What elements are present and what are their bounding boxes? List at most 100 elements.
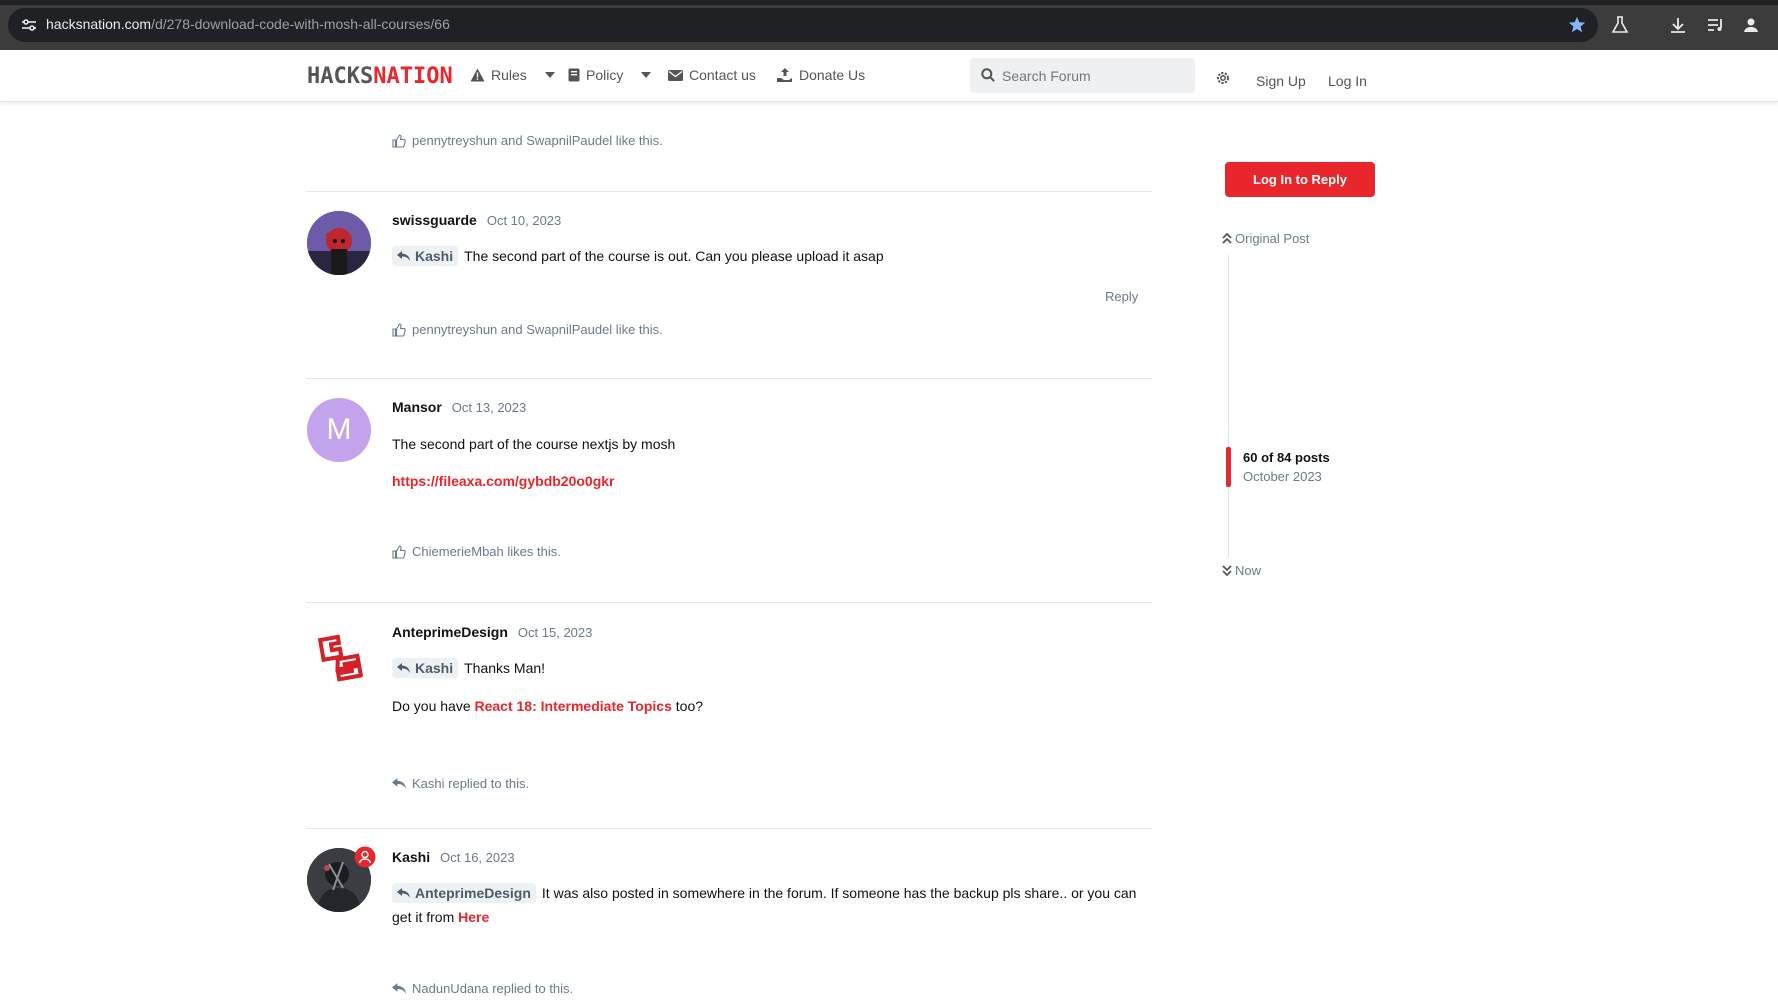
thumbs-up-icon <box>392 133 406 148</box>
avatar[interactable] <box>307 623 371 687</box>
envelope-icon <box>668 69 683 81</box>
double-chevron-up-icon <box>1222 233 1232 244</box>
user-badge-icon[interactable] <box>354 846 376 868</box>
post-likes[interactable]: ChiemerieMbah likes this. <box>392 544 561 559</box>
post-item: Kashi Oct 16, 2023 AnteprimeDesign It was… <box>306 846 1152 1005</box>
scrubber-now[interactable]: Now <box>1222 563 1261 578</box>
username[interactable]: Kashi <box>392 849 430 865</box>
bookmark-star-icon[interactable] <box>1568 16 1586 34</box>
search-box[interactable] <box>970 58 1195 93</box>
nav-policy[interactable]: Policy <box>568 67 652 83</box>
post-divider <box>306 828 1152 829</box>
nav-donate-label: Donate Us <box>799 67 866 83</box>
avatar[interactable] <box>307 211 371 275</box>
caret-down-icon <box>544 72 555 78</box>
thumbs-up-icon <box>392 544 406 559</box>
post-date[interactable]: Oct 16, 2023 <box>440 850 514 865</box>
mention-badge[interactable]: AnteprimeDesign <box>392 883 536 903</box>
url-host: hacksnation.com <box>46 16 152 32</box>
post-header: swissguarde Oct 10, 2023 <box>392 212 561 228</box>
nav-rules[interactable]: Rules <box>470 67 555 83</box>
replied-text: Kashi replied to this. <box>412 776 530 791</box>
post-divider <box>306 191 1152 192</box>
browser-tabstrip <box>0 0 1778 5</box>
mention-name: Kashi <box>415 660 454 676</box>
post-likes[interactable]: pennytreyshun and SwapnilPaudel like thi… <box>392 133 663 148</box>
post-item: AnteprimeDesign Oct 15, 2023 Kashi Thanks… <box>306 623 1152 823</box>
avatar-image <box>307 211 371 275</box>
search-icon <box>981 68 995 82</box>
username[interactable]: Mansor <box>392 399 442 415</box>
site-settings-icon[interactable] <box>20 16 38 34</box>
logo-nation: NATION <box>373 64 453 89</box>
reply-arrow-icon <box>392 778 406 789</box>
caret-down-icon <box>641 72 652 78</box>
here-link[interactable]: Here <box>458 909 489 925</box>
username[interactable]: AnteprimeDesign <box>392 624 508 640</box>
reply-arrow-icon <box>392 983 406 994</box>
scrubber-original-post[interactable]: Original Post <box>1222 231 1309 246</box>
mention-badge[interactable]: Kashi <box>392 246 459 266</box>
labs-flask-icon[interactable] <box>1610 15 1630 35</box>
post-divider <box>306 602 1152 603</box>
reply-arrow-icon <box>397 663 410 673</box>
post-text: The second part of the course is out. Ca… <box>464 248 884 264</box>
nav-contact-label: Contact us <box>689 67 756 83</box>
book-icon <box>568 68 580 82</box>
post-replied[interactable]: Kashi replied to this. <box>392 776 529 791</box>
logo-hacks: HACKS <box>307 64 374 89</box>
username[interactable]: swissguarde <box>392 212 477 228</box>
nav-policy-label: Policy <box>586 67 624 83</box>
mention-badge[interactable]: Kashi <box>392 658 459 678</box>
profile-icon[interactable] <box>1741 15 1761 35</box>
address-bar[interactable]: hacksnation.com/d/278-download-code-with… <box>8 8 1598 42</box>
post-date[interactable]: Oct 13, 2023 <box>452 400 526 415</box>
avatar-letter: M <box>326 413 352 446</box>
post-likes[interactable]: pennytreyshun and SwapnilPaudel like thi… <box>392 322 663 337</box>
nav-rules-label: Rules <box>491 67 527 83</box>
avatar[interactable]: M <box>307 398 371 462</box>
replied-text: NadunUdana replied to this. <box>412 981 574 996</box>
post-text: Thanks Man! <box>464 660 546 676</box>
log-in-link[interactable]: Log In <box>1328 73 1367 89</box>
post-body: Kashi The second part of the course is ou… <box>392 244 1152 268</box>
post-body: The second part of the course nextjs by … <box>392 432 1152 493</box>
gear-icon[interactable] <box>1216 71 1230 85</box>
browser-toolbar: hacksnation.com/d/278-download-code-with… <box>0 0 1778 50</box>
media-queue-icon[interactable] <box>1706 15 1726 35</box>
thumbs-up-icon <box>392 322 406 337</box>
post-date[interactable]: Oct 10, 2023 <box>487 213 561 228</box>
post-body: Kashi Thanks Man! Do you have React 18: I… <box>392 656 1152 718</box>
post-replied[interactable]: NadunUdana replied to this. <box>392 981 573 996</box>
log-in-to-reply-button[interactable]: Log In to Reply <box>1225 162 1375 197</box>
reply-button[interactable]: Reply <box>1105 289 1138 304</box>
post-header: Mansor Oct 13, 2023 <box>392 399 526 415</box>
nav-contact[interactable]: Contact us <box>668 67 756 83</box>
post-date[interactable]: Oct 15, 2023 <box>518 625 592 640</box>
warning-icon <box>470 68 485 82</box>
post-header: Kashi Oct 16, 2023 <box>392 849 515 865</box>
mention-name: AnteprimeDesign <box>415 885 531 901</box>
scrubber-track[interactable] <box>1228 255 1229 557</box>
post-body: AnteprimeDesign It was also posted in som… <box>392 881 1152 929</box>
likes-text: pennytreyshun and SwapnilPaudel like thi… <box>412 322 663 337</box>
react-course-link[interactable]: React 18: Intermediate Topics <box>475 698 672 714</box>
avatar-image <box>307 623 371 687</box>
forum-header: HACKSNATION Rules Policy Contact us Dona… <box>0 50 1778 102</box>
url-text[interactable]: hacksnation.com/d/278-download-code-with… <box>46 16 450 32</box>
now-label: Now <box>1235 563 1262 578</box>
donate-hand-icon <box>777 67 792 82</box>
original-post-label: Original Post <box>1235 231 1310 246</box>
search-input[interactable] <box>1002 58 1187 93</box>
likes-text: pennytreyshun and SwapnilPaudel like thi… <box>412 133 663 148</box>
scrubber-handle[interactable] <box>1226 447 1231 487</box>
post-item: pennytreyshun and SwapnilPaudel like thi… <box>306 133 1152 193</box>
sign-up-link[interactable]: Sign Up <box>1256 73 1306 89</box>
post-text-2b: too? <box>671 698 704 714</box>
download-link[interactable]: https://fileaxa.com/gybdb20o0gkr <box>392 473 615 489</box>
nav-donate[interactable]: Donate Us <box>777 67 865 83</box>
post-item: M Mansor Oct 13, 2023 The second part of… <box>306 398 1152 598</box>
site-logo[interactable]: HACKSNATION <box>307 64 453 89</box>
download-icon[interactable] <box>1668 15 1688 35</box>
reply-arrow-icon <box>397 888 410 898</box>
